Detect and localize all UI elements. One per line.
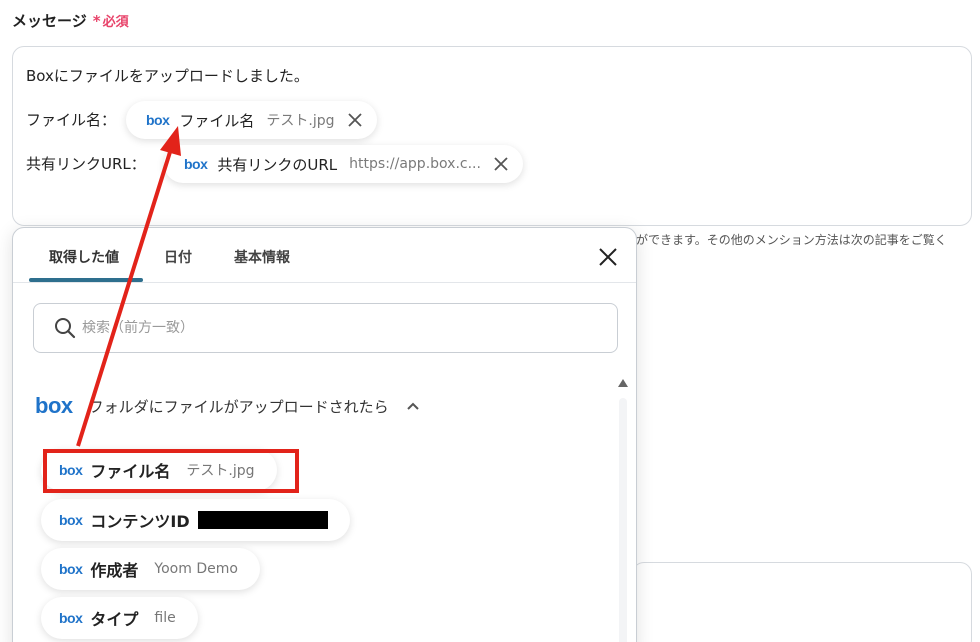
value-item-type[interactable]: box タイプ file	[41, 597, 198, 639]
value-item-content-id[interactable]: box コンテンツID	[41, 499, 350, 541]
picker-tabs: 取得した値 日付 基本情報	[13, 228, 636, 283]
trigger-section-header[interactable]: box フォルダにファイルがアップロードされたら	[35, 393, 421, 419]
background-input-box	[632, 562, 972, 642]
box-logo-icon: box	[146, 112, 170, 128]
item-name: タイプ	[90, 610, 139, 629]
box-logo-icon: box	[184, 156, 208, 172]
item-value: Yoom Demo	[154, 561, 238, 577]
value-picker-panel: 取得した値 日付 基本情報 box フォルダにファイルがアップロードされたら b…	[12, 227, 637, 642]
close-icon[interactable]	[347, 112, 363, 128]
chip-value: https://app.box.c...	[349, 156, 481, 172]
close-icon[interactable]	[493, 156, 509, 172]
box-logo-icon: box	[59, 561, 83, 577]
scroll-up-arrow-icon[interactable]	[616, 376, 630, 390]
item-name: 作成者	[90, 561, 139, 580]
chevron-up-icon[interactable]	[405, 398, 421, 414]
message-line-3-label: 共有リンクURL：	[26, 155, 146, 173]
message-line-1: Boxにファイルをアップロードしました。	[26, 67, 309, 85]
search-icon	[55, 318, 76, 339]
tab-retrieved-values[interactable]: 取得した値	[49, 247, 119, 267]
item-name: コンテンツID	[90, 512, 190, 531]
chip-name: 共有リンクのURL	[217, 155, 338, 174]
item-value: file	[154, 610, 176, 626]
mention-help-text: ができます。その他のメンション方法は次の記事をご覧く	[636, 233, 947, 247]
search-field	[33, 303, 618, 353]
search-input[interactable]	[82, 320, 562, 336]
item-name: ファイル名	[90, 462, 171, 481]
required-badge: 必須	[102, 15, 129, 30]
scrollbar-track[interactable]	[619, 398, 627, 642]
message-field-label: メッセージ * 必須	[12, 10, 129, 31]
tab-date[interactable]: 日付	[164, 247, 192, 267]
close-icon[interactable]	[597, 246, 619, 268]
chip-name: ファイル名	[179, 111, 255, 130]
required-star: *	[92, 12, 101, 30]
value-item-creator[interactable]: box 作成者 Yoom Demo	[41, 548, 260, 590]
tab-basic-info[interactable]: 基本情報	[234, 247, 290, 267]
section-title: フォルダにファイルがアップロードされたら	[88, 397, 389, 416]
value-item-file-name[interactable]: box ファイル名 テスト.jpg	[41, 449, 277, 491]
box-logo-icon: box	[59, 610, 83, 626]
variable-chip-file-name[interactable]: box ファイル名 テスト.jpg	[126, 101, 377, 139]
message-label-text: メッセージ	[12, 12, 87, 30]
active-tab-indicator	[29, 278, 143, 282]
item-value: テスト.jpg	[186, 463, 255, 479]
redacted-value	[197, 511, 328, 529]
box-logo-icon: box	[59, 462, 83, 478]
chip-value: テスト.jpg	[266, 113, 335, 129]
variable-chip-shared-link[interactable]: box 共有リンクのURL https://app.box.c...	[164, 145, 523, 183]
message-line-2-label: ファイル名：	[26, 111, 117, 129]
box-logo-icon: box	[59, 512, 83, 528]
box-logo-icon: box	[35, 393, 73, 418]
